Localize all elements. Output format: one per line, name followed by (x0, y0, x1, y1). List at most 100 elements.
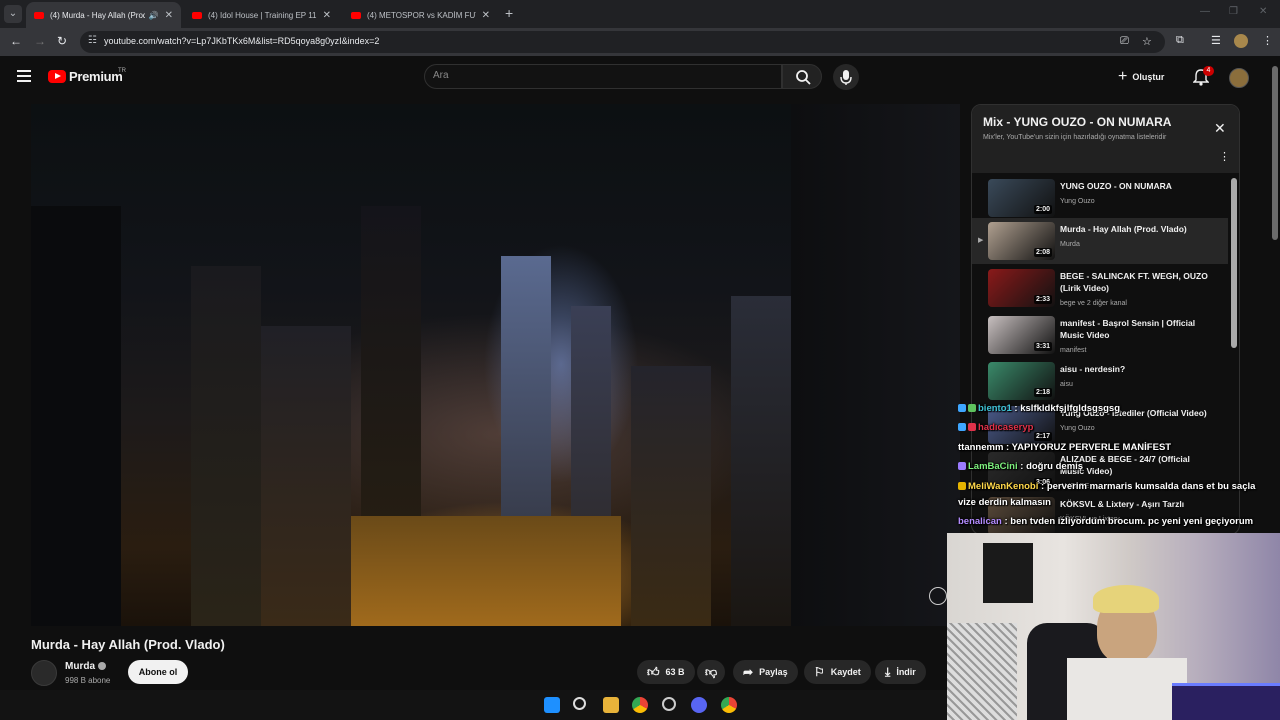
forward-arrow-icon[interactable]: → (34, 34, 46, 48)
chat-message: LamBaCini : doğru demiş (958, 461, 1083, 472)
playlist-item[interactable]: ▶ 2:08 Murda - Hay Allah (Prod. Vlado) M… (972, 218, 1228, 264)
site-info-icon[interactable]: ☷ (88, 35, 97, 46)
chat-badge-icon (968, 423, 976, 432)
tab-search-button[interactable]: ⌄ (4, 5, 22, 23)
chat-username: hadıcaseryp (978, 422, 1034, 433)
more-options-icon[interactable]: ⋮ (1219, 150, 1230, 163)
playlist-item-thumbnail: 3:31 (988, 316, 1055, 354)
browser-tab-bar: ⌄ (4) Murda - Hay Allah (Prod. 🔊 ✕ (4) I… (0, 0, 1280, 28)
share-icon: ➦ (743, 665, 754, 679)
playlist-item[interactable]: 2:00 YUNG OUZO - ON NUMARA Yung Ouzo (972, 175, 1228, 221)
playlist-item-duration: 2:17 (1033, 432, 1052, 441)
chat-text: vize derdin kalmasın (958, 497, 1051, 508)
playlist-item[interactable]: 3:31 manifest - Başrol Sensin | Official… (972, 312, 1228, 358)
extensions-icon[interactable]: ⧉ (1176, 34, 1184, 47)
minimize-icon[interactable]: — (1200, 6, 1210, 17)
playlist-item-thumbnail: 2:08 (988, 222, 1055, 260)
url-text[interactable]: youtube.com/watch?v=Lp7JKbTKx6M&list=RD5… (104, 36, 379, 46)
globe-icon[interactable] (929, 587, 947, 605)
webcam-streamer-hair (1093, 585, 1159, 613)
video-frame-building (261, 326, 351, 626)
chat-message: vize derdin kalmasın (958, 497, 1051, 508)
close-tab-icon[interactable]: ✕ (323, 10, 331, 21)
chat-username: LamBaCini (968, 461, 1018, 472)
playlist-item-channel: manifest (1060, 347, 1087, 354)
search-button[interactable] (782, 64, 822, 89)
dislike-button[interactable]: 👎︎ (697, 660, 725, 684)
playlist-item[interactable]: 2:18 aisu - nerdesin? aisu (972, 358, 1228, 404)
video-frame-building (191, 266, 261, 626)
os-taskbar (0, 690, 947, 720)
verified-icon (98, 662, 106, 671)
page-scrollbar[interactable] (1272, 66, 1278, 240)
cast-icon[interactable]: ⎚ (1120, 35, 1129, 48)
now-playing-icon: ▶ (978, 237, 984, 244)
browser-tab-1[interactable]: (4) Murda - Hay Allah (Prod. 🔊 ✕ (26, 2, 181, 28)
new-tab-button[interactable]: + (505, 5, 513, 21)
close-window-icon[interactable]: ✕ (1259, 6, 1267, 17)
audio-playing-icon[interactable]: 🔊 (149, 11, 159, 20)
chat-text: perverim marmaris kumsalda dans et bu sa… (1046, 481, 1256, 492)
playlist-item-duration: 2:00 (1033, 205, 1052, 214)
browser-menu-icon[interactable]: ⋮ (1262, 34, 1273, 47)
tab-title: (4) Idol House | Training EP 11 | (208, 10, 317, 20)
app-icon[interactable] (662, 697, 676, 711)
subscribe-button[interactable]: Abone ol (128, 660, 188, 684)
discord-icon[interactable] (691, 697, 707, 713)
close-tab-icon[interactable]: ✕ (482, 10, 490, 21)
browser-tab-3[interactable]: (4) METOSPOR vs KADİM FUTB ✕ (343, 2, 498, 28)
chat-separator: : (1017, 461, 1027, 472)
voice-search-button[interactable] (833, 64, 859, 90)
start-menu-icon[interactable] (544, 697, 560, 713)
search-icon[interactable] (573, 697, 586, 710)
close-tab-icon[interactable]: ✕ (165, 10, 173, 21)
hamburger-menu-icon[interactable] (17, 70, 31, 82)
save-button[interactable]: ⚐ Kaydet (804, 660, 871, 684)
playlist-item[interactable]: 2:33 BEGE - SALINCAK FT. WEGH, OUZO (Lir… (972, 265, 1228, 311)
screen: ⌄ (4) Murda - Hay Allah (Prod. 🔊 ✕ (4) I… (0, 0, 1280, 720)
video-player[interactable] (31, 104, 960, 626)
playlist-scrollbar[interactable] (1231, 178, 1237, 348)
download-icon: ⤓ (885, 664, 891, 679)
like-button[interactable]: 👍︎ 63 B (637, 660, 695, 684)
download-label: İndir (896, 667, 916, 677)
address-bar[interactable]: ☷ youtube.com/watch?v=Lp7JKbTKx6M&list=R… (80, 31, 1165, 53)
back-arrow-icon[interactable]: ← (10, 34, 22, 48)
playlist-item-channel: Murda (1060, 241, 1080, 248)
thumbs-down-icon: 👎︎ (705, 664, 718, 679)
chrome-icon[interactable] (632, 697, 648, 713)
create-button[interactable]: + Oluştur (1118, 68, 1164, 86)
reload-icon[interactable]: ↻ (57, 34, 67, 48)
chat-badge-icon (968, 404, 976, 413)
download-button[interactable]: ⤓ İndir (875, 660, 926, 684)
file-explorer-icon[interactable] (603, 697, 619, 713)
chrome-icon[interactable] (721, 697, 737, 713)
bookmark-star-icon[interactable]: ☆ (1142, 35, 1152, 48)
playlist-item-title: BEGE - SALINCAK FT. WEGH, OUZO (Lirik Vi… (1060, 271, 1208, 293)
playlist-subtitle: Mix'ler, YouTube'un sizin için hazırladı… (983, 134, 1167, 141)
youtube-favicon-icon (192, 11, 202, 19)
youtube-logo[interactable]: Premium (48, 69, 123, 84)
playlist-item-thumbnail: 2:33 (988, 269, 1055, 307)
share-button[interactable]: ➦ Paylaş (733, 660, 798, 684)
webcam-led-light (1172, 683, 1280, 720)
channel-avatar[interactable] (31, 660, 57, 686)
channel-name[interactable]: Murda (65, 661, 106, 672)
playlist-item-duration: 2:08 (1033, 248, 1052, 257)
subscriber-count: 998 B abone (65, 676, 111, 685)
tab-title: (4) METOSPOR vs KADİM FUTB (367, 10, 476, 20)
thumbs-up-icon: 👍︎ (647, 664, 660, 679)
playlist-item-title: aisu - nerdesin? (1060, 364, 1126, 374)
account-avatar[interactable] (1229, 68, 1249, 88)
search-box[interactable] (424, 64, 782, 89)
close-icon[interactable]: ✕ (1214, 120, 1226, 137)
search-input[interactable] (433, 70, 763, 81)
video-frame-building (31, 206, 121, 626)
reading-list-icon[interactable]: ☰ (1211, 34, 1221, 47)
playlist-item-duration: 2:18 (1033, 388, 1052, 397)
playlist-title[interactable]: Mix - YUNG OUZO - ON NUMARA (983, 115, 1171, 129)
browser-tab-2[interactable]: (4) Idol House | Training EP 11 | ✕ (184, 2, 339, 28)
browser-profile-avatar[interactable] (1234, 34, 1248, 48)
restore-icon[interactable]: ❐ (1229, 6, 1238, 17)
playlist-item-channel: bege ve 2 diğer kanal (1060, 300, 1127, 307)
